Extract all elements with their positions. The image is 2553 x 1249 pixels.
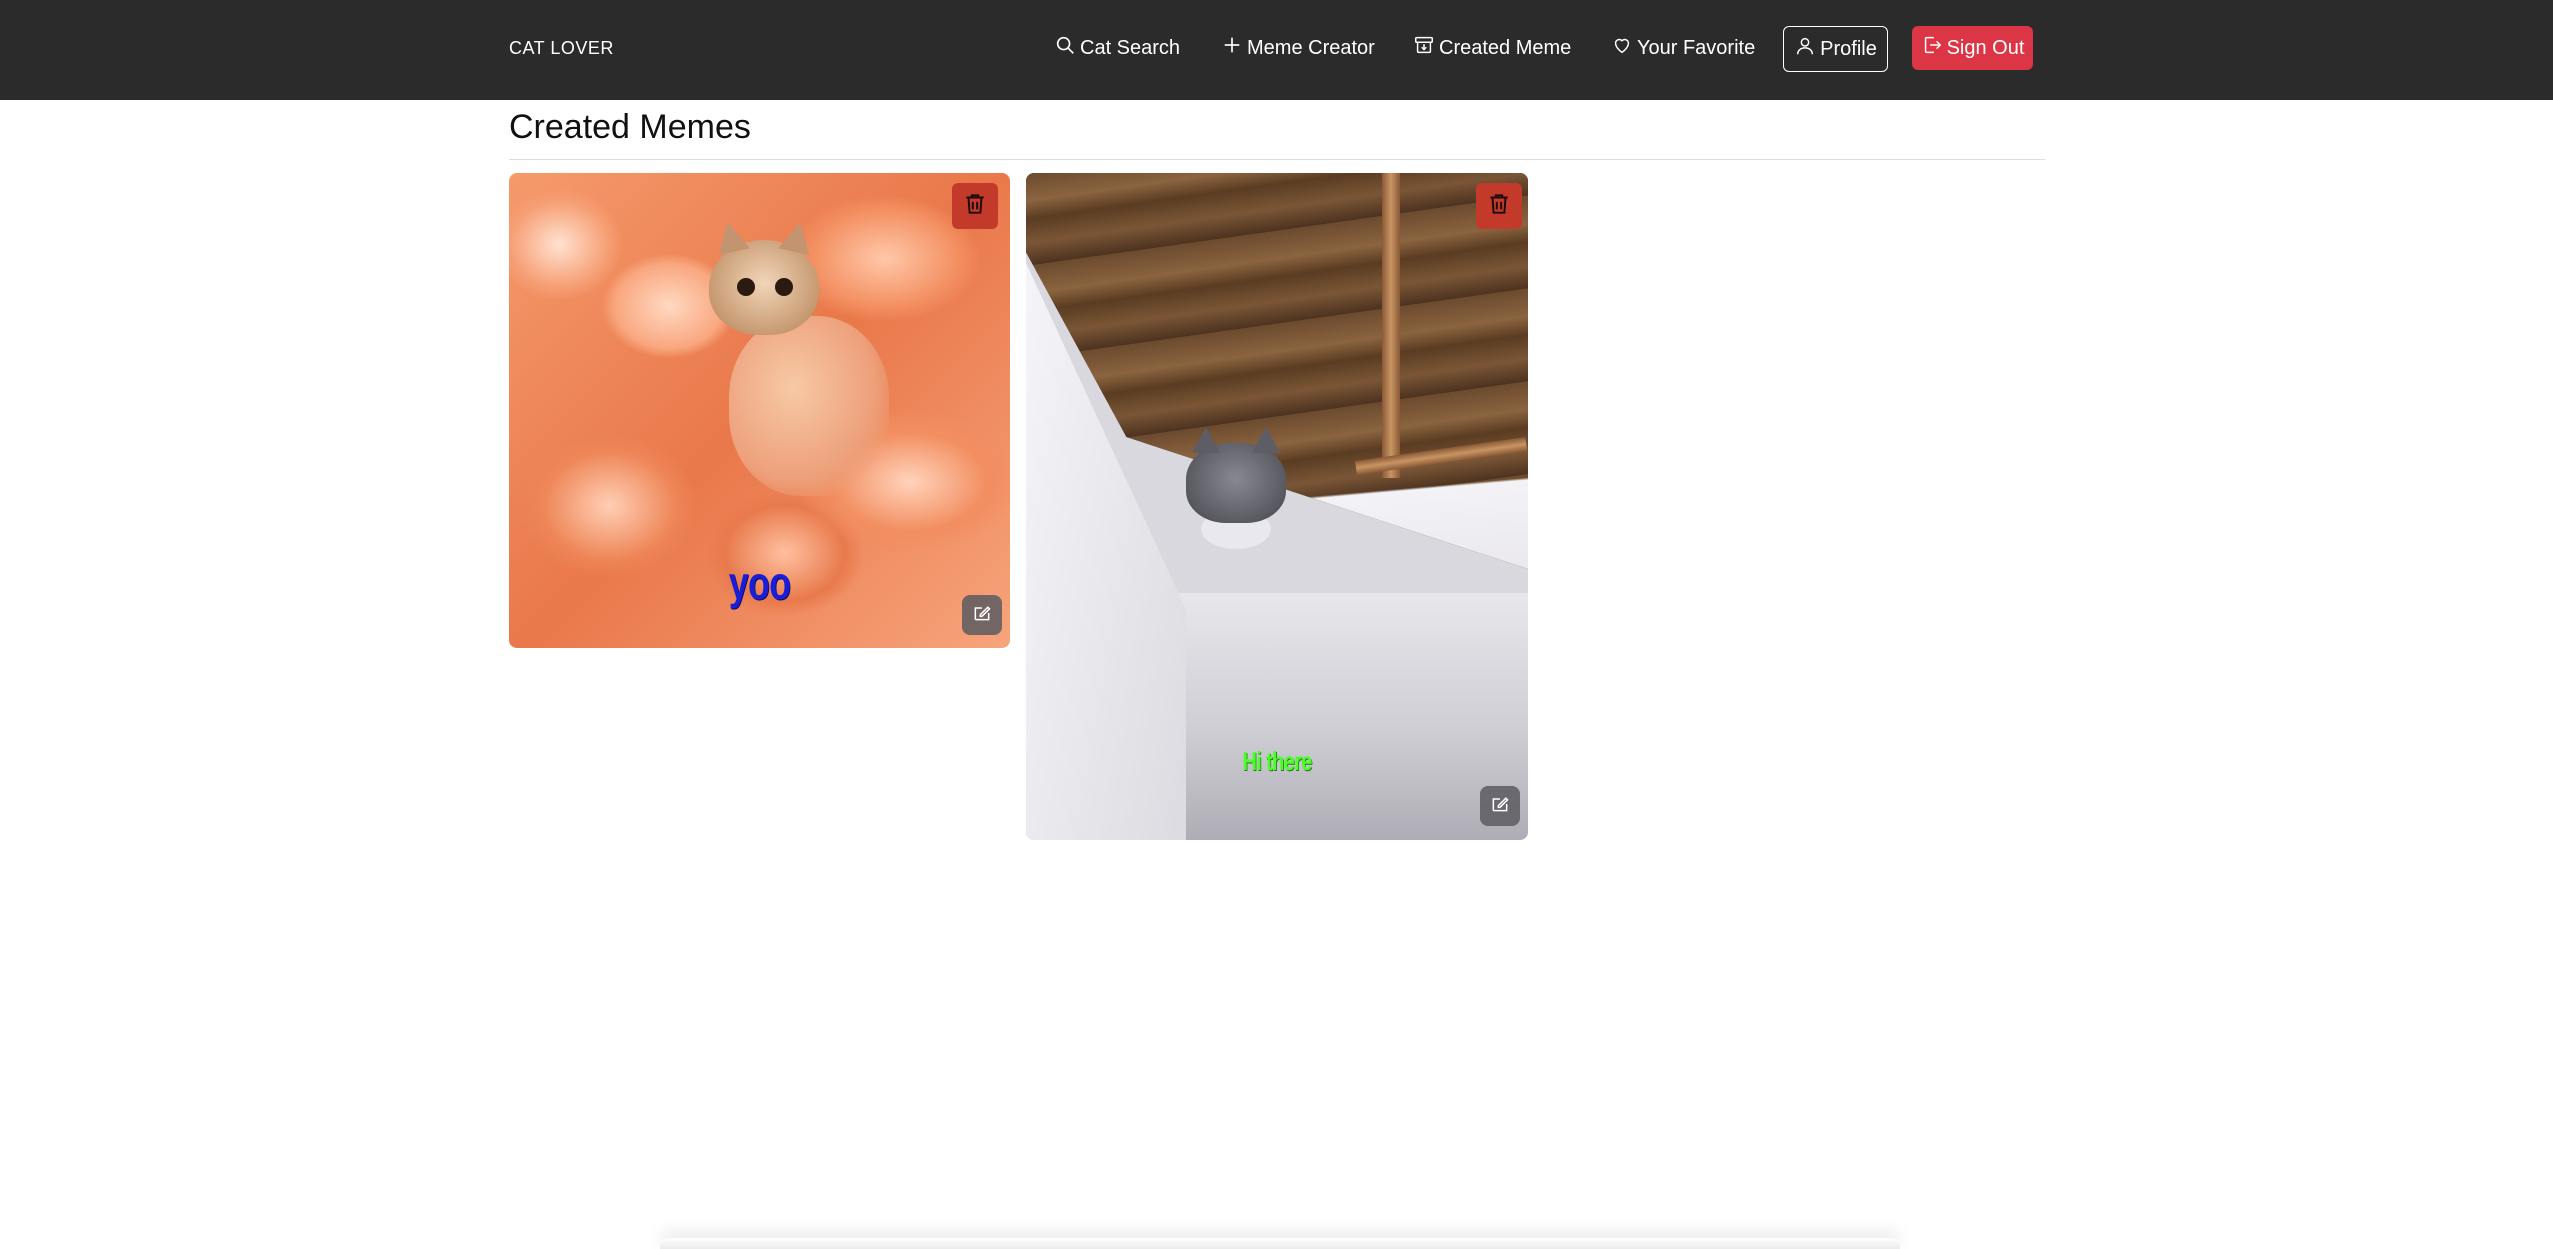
profile-button[interactable]: Profile [1783,26,1888,72]
edit-icon [972,603,992,628]
meme-card[interactable]: Hi there [1026,173,1528,840]
edit-meme-button[interactable] [962,595,1002,635]
delete-meme-button[interactable] [1476,183,1522,229]
trash-icon [1486,191,1512,222]
sign-out-icon [1921,34,1943,62]
nav-link-created-meme[interactable]: Created Meme [1413,34,1571,62]
user-icon [1794,35,1816,63]
nav-link-meme-creator[interactable]: Meme Creator [1221,34,1375,62]
cat-head [709,239,820,335]
edit-icon [1490,794,1510,819]
meme-image-background [729,315,890,496]
navbar: CAT LOVER Cat Search Meme Creator Create… [0,0,2553,100]
plus-icon [1221,34,1243,62]
nav-link-label: Created Meme [1439,36,1572,59]
sign-out-button[interactable]: Sign Out [1912,26,2033,70]
profile-label: Profile [1820,37,1877,60]
heart-icon [1611,34,1633,62]
delete-meme-button[interactable] [952,183,998,229]
meme-caption: Hi there [1242,746,1312,776]
sign-out-label: Sign Out [1946,36,2025,59]
cat-head [1186,427,1286,523]
meme-caption: yoo [728,557,791,609]
trash-icon [962,191,988,222]
nav-link-label: Cat Search [1080,36,1181,59]
nav-link-label: Your Favorite [1637,36,1756,59]
nav-link-cat-search[interactable]: Cat Search [1054,34,1180,62]
nav-link-label: Meme Creator [1247,36,1375,59]
page-title: Created Memes [509,108,751,146]
meme-card[interactable]: yoo [509,173,1010,648]
edit-meme-button[interactable] [1480,786,1520,826]
bottom-panel-shadow [660,1238,1900,1249]
brand-logo[interactable]: CAT LOVER [509,38,614,59]
search-icon [1054,34,1076,62]
divider [509,159,2045,160]
archive-icon [1413,34,1435,62]
nav-link-your-favorite[interactable]: Your Favorite [1611,34,1755,62]
